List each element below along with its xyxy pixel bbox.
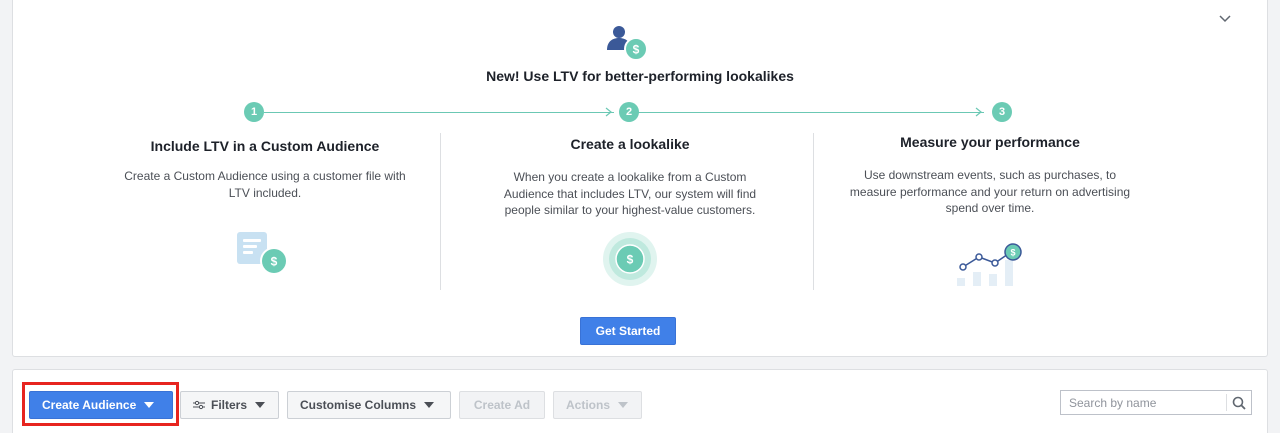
step-column-3: Measure your performance Use downstream … [830,134,1150,217]
caret-down-icon [255,401,266,408]
promo-title: New! Use LTV for better-performing looka… [486,68,794,84]
step-title: Measure your performance [900,134,1080,150]
sliders-icon [193,400,205,409]
chart-dollar-icon: $ [957,243,1022,286]
step-column-1: Include LTV in a Custom Audience Create … [105,138,425,201]
arrow-right-icon [975,107,982,117]
step-number-1: 1 [244,102,264,122]
search-box [1060,390,1252,415]
chevron-down-icon[interactable] [1214,10,1236,28]
customise-columns-label: Customise Columns [300,398,417,412]
step-connector-1 [264,112,614,113]
step-number-2: 2 [619,102,639,122]
search-input[interactable] [1061,391,1226,414]
caret-down-icon [618,401,629,408]
target-dollar-icon: $ [603,232,657,286]
person-dollar-icon: $ [607,26,648,61]
svg-text:$: $ [1010,248,1015,258]
create-ad-button[interactable]: Create Ad [459,391,545,419]
search-icon[interactable] [1229,393,1249,413]
column-divider [440,133,441,290]
svg-text:$: $ [633,43,640,57]
step-title: Include LTV in a Custom Audience [150,138,380,154]
step-connector-2 [638,112,984,113]
step-description: Use downstream events, such as purchases… [849,168,1131,215]
create-ad-label: Create Ad [473,398,531,412]
svg-text:$: $ [627,253,634,267]
caret-down-icon [424,401,435,408]
get-started-button[interactable]: Get Started [580,317,676,345]
svg-text:$: $ [271,255,278,269]
step-description: Create a Custom Audience using a custome… [124,169,406,200]
actions-button[interactable]: Actions [553,391,642,419]
arrow-right-icon [605,107,612,117]
highlight-box [22,382,179,426]
column-divider [813,133,814,290]
step-column-2: Create a lookalike When you create a loo… [470,136,790,219]
search-separator [1226,394,1227,411]
filters-label: Filters [211,398,248,412]
actions-label: Actions [566,398,611,412]
document-dollar-icon: $ [237,232,288,275]
filters-button[interactable]: Filters [180,391,279,419]
customise-columns-button[interactable]: Customise Columns [287,391,451,419]
step-description: When you create a lookalike from a Custo… [503,170,757,217]
step-number-3: 3 [992,102,1012,122]
step-title: Create a lookalike [570,136,690,152]
